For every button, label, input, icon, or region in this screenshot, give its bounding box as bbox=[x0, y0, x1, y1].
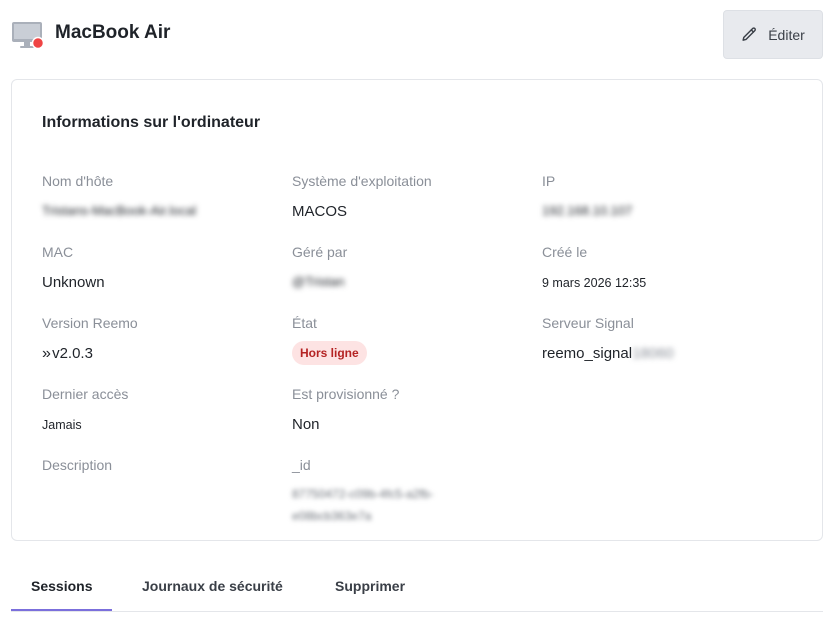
ip-label: IP bbox=[542, 173, 556, 189]
version-value: » v2.0.3 bbox=[42, 345, 282, 363]
card-title: Informations sur l'ordinateur bbox=[42, 114, 261, 131]
field-hostname: Nom d'hôte Tristans-MacBook-Air.local bbox=[42, 173, 282, 218]
field-ip: IP 192.168.10.107 bbox=[542, 173, 782, 218]
os-label: Système d'exploitation bbox=[292, 173, 432, 189]
id-label: _id bbox=[292, 457, 311, 473]
field-created: Créé le 9 mars 2026 12:35 bbox=[542, 244, 782, 290]
field-signal: Serveur Signal reemo_signal18060 bbox=[542, 315, 782, 362]
tab-sessions[interactable]: Sessions bbox=[31, 578, 92, 594]
last-access-label: Dernier accès bbox=[42, 386, 129, 402]
provisioned-label: Est provisionné ? bbox=[292, 386, 400, 402]
desktop-computer-icon bbox=[12, 22, 45, 50]
signal-value: reemo_signal18060 bbox=[542, 345, 782, 362]
field-version: Version Reemo » v2.0.3 bbox=[42, 315, 282, 363]
field-mac: MAC Unknown bbox=[42, 244, 282, 291]
double-chevron-icon: » bbox=[42, 345, 51, 362]
created-value: 9 mars 2026 12:35 bbox=[542, 276, 647, 290]
offline-status-dot bbox=[31, 36, 45, 50]
field-provisioned: Est provisionné ? Non bbox=[292, 386, 532, 433]
page-title: MacBook Air bbox=[55, 22, 171, 43]
provisioned-value: Non bbox=[292, 416, 320, 433]
os-value: MACOS bbox=[292, 203, 348, 220]
state-label: État bbox=[292, 315, 317, 331]
tab-delete[interactable]: Supprimer bbox=[335, 578, 405, 594]
created-label: Créé le bbox=[542, 244, 588, 260]
field-managed-by: Géré par @Tristan bbox=[292, 244, 532, 289]
version-text: v2.0.3 bbox=[52, 345, 93, 362]
edit-button-label: Éditer bbox=[768, 26, 805, 43]
tab-bar: Sessions Journaux de sécurité Supprimer bbox=[11, 562, 823, 612]
mac-value: Unknown bbox=[42, 274, 105, 291]
tab-security-logs[interactable]: Journaux de sécurité bbox=[142, 578, 283, 594]
field-id: _id 87750472-c09b-4fc5-a2fb-e08bcb363e7a bbox=[292, 457, 532, 527]
pencil-icon bbox=[742, 27, 757, 41]
status-badge: Hors ligne bbox=[292, 341, 367, 365]
signal-name: reemo_signal bbox=[542, 345, 633, 362]
mac-label: MAC bbox=[42, 244, 74, 260]
computer-info-card: Informations sur l'ordinateur Nom d'hôte… bbox=[11, 79, 823, 541]
signal-label: Serveur Signal bbox=[542, 315, 634, 331]
id-value: 87750472-c09b-4fc5-a2fb-e08bcb363e7a bbox=[292, 487, 434, 523]
ip-value: 192.168.10.107 bbox=[542, 203, 633, 218]
field-description: Description bbox=[42, 457, 282, 473]
last-access-value: Jamais bbox=[42, 418, 82, 432]
hostname-value: Tristans-MacBook-Air.local bbox=[42, 203, 197, 218]
field-os: Système d'exploitation MACOS bbox=[292, 173, 532, 220]
page-header: MacBook Air Éditer bbox=[0, 0, 829, 70]
managed-by-label: Géré par bbox=[292, 244, 348, 260]
version-label: Version Reemo bbox=[42, 315, 138, 331]
edit-button[interactable]: Éditer bbox=[723, 10, 823, 59]
signal-port: 18060 bbox=[632, 345, 674, 362]
field-last-access: Dernier accès Jamais bbox=[42, 386, 282, 432]
managed-by-link[interactable]: @Tristan bbox=[292, 274, 532, 289]
hostname-label: Nom d'hôte bbox=[42, 173, 114, 189]
description-label: Description bbox=[42, 457, 113, 473]
field-state: État Hors ligne bbox=[292, 315, 532, 365]
active-tab-indicator bbox=[11, 609, 112, 611]
